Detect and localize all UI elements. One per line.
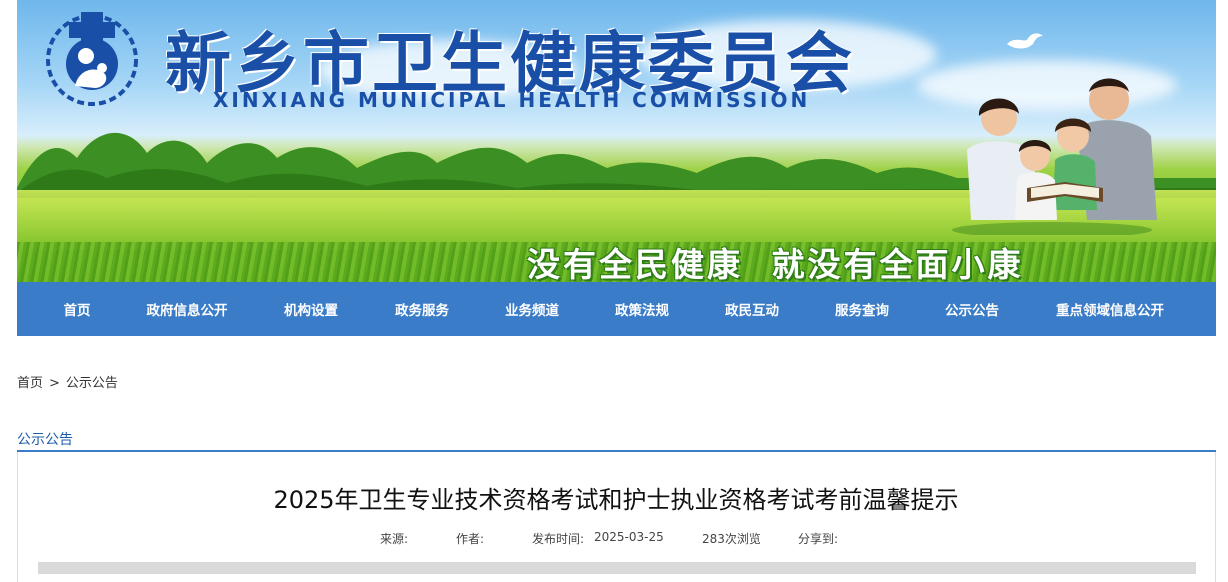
breadcrumb-current-link[interactable]: 公示公告 [66, 376, 118, 391]
article-meta: 来源: 作者: 发布时间: 2025-03-25 283次浏览 分享到: [380, 530, 838, 547]
nav-item-announcements[interactable]: 公示公告 [899, 299, 1045, 319]
family-reading-illustration [952, 78, 1157, 235]
health-commission-logo-icon [46, 12, 138, 106]
nav-item-business-channel[interactable]: 业务频道 [459, 299, 605, 319]
nav-item-gov-info-disclosure[interactable]: 政府信息公开 [137, 299, 237, 319]
section-title: 公示公告 [17, 432, 73, 448]
breadcrumb-home-link[interactable]: 首页 [17, 376, 43, 391]
meta-author-label: 作者: [456, 532, 485, 546]
nav-item-key-areas[interactable]: 重点领域信息公开 [1045, 299, 1175, 319]
nav-item-gov-services[interactable]: 政务服务 [385, 299, 459, 319]
nav-item-service-query[interactable]: 服务查询 [825, 299, 899, 319]
content-divider-bar [38, 562, 1196, 574]
meta-date-value: 2025-03-25 [594, 530, 664, 544]
breadcrumb: 首页 > 公示公告 [17, 372, 118, 391]
main-nav: 首页 政府信息公开 机构设置 政务服务 业务频道 政策法规 政民互动 服务查询 … [17, 282, 1216, 336]
breadcrumb-separator: > [49, 376, 60, 391]
article-title: 2025年卫生专业技术资格考试和护士执业资格考试考前温馨提示 [273, 486, 959, 514]
meta-source-label: 来源: [380, 532, 409, 546]
page: 新乡市卫生健康委员会 XINXIANG MUNICIPAL HEALTH COM… [0, 0, 1228, 582]
header-banner: 新乡市卫生健康委员会 XINXIANG MUNICIPAL HEALTH COM… [17, 0, 1216, 282]
site-title-english: XINXIANG MUNICIPAL HEALTH COMMISSION [213, 88, 811, 112]
meta-date-label: 发布时间: [532, 532, 585, 546]
nav-item-interaction[interactable]: 政民互动 [679, 299, 825, 319]
nav-item-home[interactable]: 首页 [17, 299, 137, 319]
dove-icon [1007, 33, 1043, 49]
slogan: 没有全民健康 就没有全面小康 [527, 245, 1024, 282]
meta-views: 283次浏览 [702, 532, 761, 546]
share-label[interactable]: 分享到: [798, 530, 838, 547]
nav-item-organization[interactable]: 机构设置 [237, 299, 385, 319]
nav-item-policies[interactable]: 政策法规 [605, 299, 679, 319]
